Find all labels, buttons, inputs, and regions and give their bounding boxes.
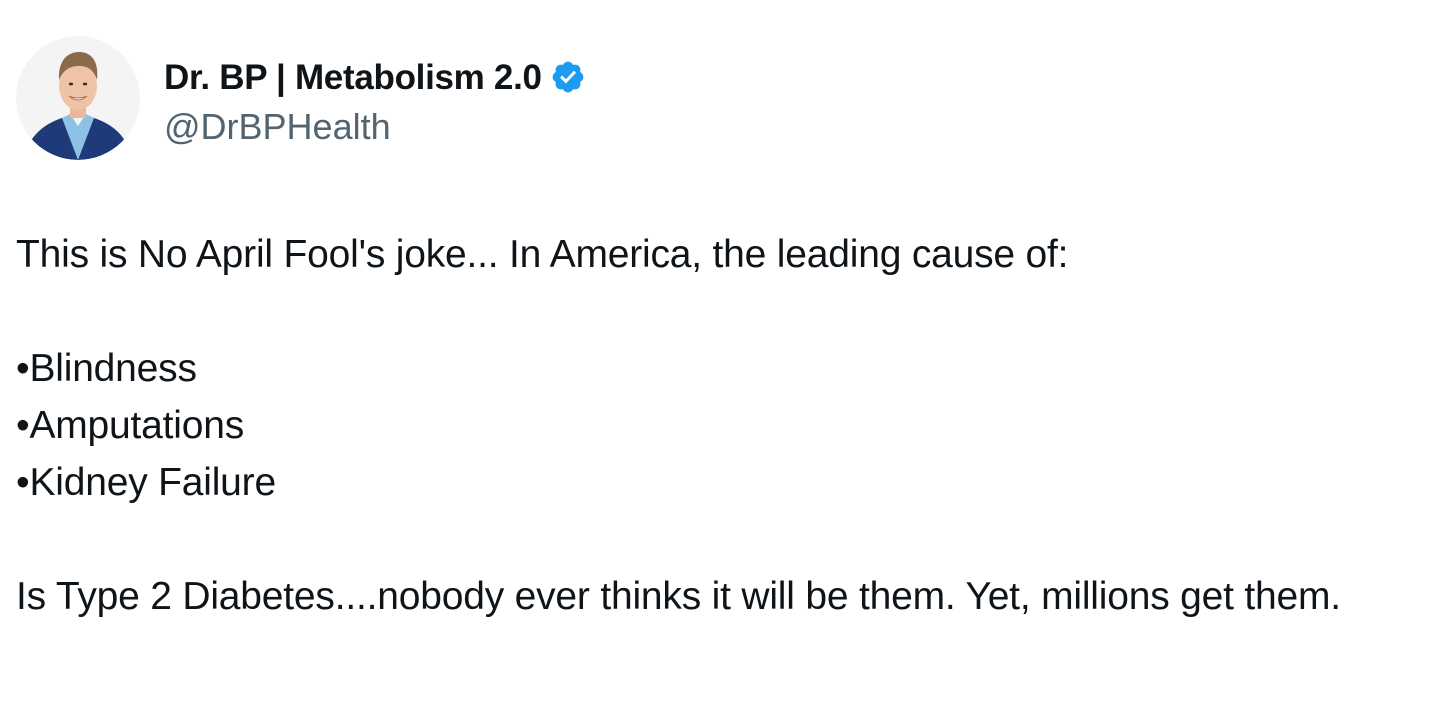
author-identity: Dr. BP | Metabolism 2.0 @DrBPHealth <box>164 51 586 145</box>
name-row: Dr. BP | Metabolism 2.0 <box>164 51 586 103</box>
tweet-card: Dr. BP | Metabolism 2.0 @DrBPHealth This… <box>0 0 1456 719</box>
list-item: •Blindness <box>16 347 197 390</box>
avatar[interactable] <box>16 36 140 160</box>
list-item: •Kidney Failure <box>16 461 276 504</box>
verified-badge-icon <box>552 61 584 93</box>
tweet-header: Dr. BP | Metabolism 2.0 @DrBPHealth <box>16 36 586 160</box>
tweet-intro: This is No April Fool's joke... In Ameri… <box>16 233 1069 276</box>
author-handle[interactable]: @DrBPHealth <box>164 109 586 145</box>
list-item: •Amputations <box>16 404 245 447</box>
author-display-name[interactable]: Dr. BP | Metabolism 2.0 <box>164 60 542 95</box>
tweet-conclusion: Is Type 2 Diabetes....nobody ever thinks… <box>16 575 1341 618</box>
tweet-text: This is No April Fool's joke... In Ameri… <box>16 226 1416 625</box>
